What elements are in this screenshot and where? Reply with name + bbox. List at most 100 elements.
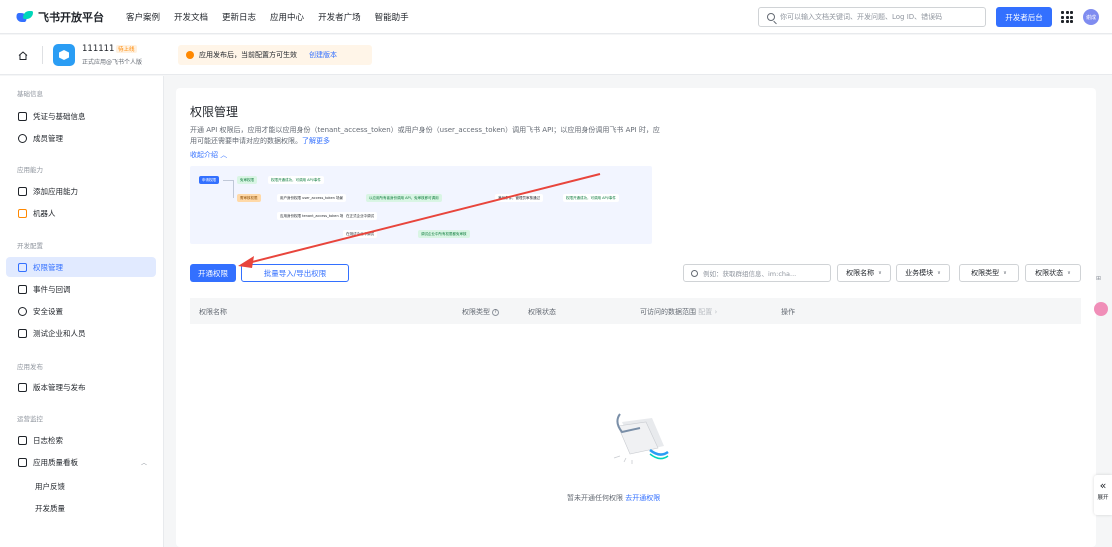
sidebar-item-members[interactable]: 成员管理: [6, 128, 156, 148]
app-avatar-icon: [53, 44, 75, 66]
customize-icon[interactable]: ⊞: [1096, 275, 1106, 289]
sidebar-group-title: 基础信息: [17, 90, 43, 98]
learn-more-link[interactable]: 了解更多: [302, 137, 330, 145]
filter-permission-name[interactable]: 权限名称 ∨: [837, 264, 891, 282]
sidebar-group-title: 运营监控: [17, 415, 43, 423]
column-permission-status: 权限状态: [528, 308, 556, 316]
configure-link[interactable]: 配置: [698, 308, 712, 316]
bar-chart-icon: [18, 457, 27, 467]
feishu-logo-icon: [16, 10, 34, 23]
chevron-down-icon: ∨: [1003, 270, 1007, 276]
open-permission-button[interactable]: 开通权限: [190, 264, 236, 282]
publish-notice: 应用发布后，当前配置方可生效 创建版本: [178, 45, 372, 65]
flow-node: 需审核权限: [237, 194, 261, 202]
flow-node: 满足条件，管理员审核通过: [495, 194, 543, 202]
permission-flow-diagram: 申请权限 免审权限 权限开通成功，可调用 API/事件 需审核权限 用户身份权限…: [190, 166, 652, 244]
search-placeholder: 你可以输入文档关键词、开发问题、Log ID、错误码: [780, 13, 943, 21]
search-icon: [767, 13, 775, 21]
app-header-bar: [0, 35, 1112, 75]
flow-node: 权限开通成功，可调用 API/事件: [563, 194, 619, 202]
page-title: 权限管理: [190, 105, 239, 119]
sidebar-item-test-tenants[interactable]: 测试企业和人员: [6, 323, 156, 343]
column-actions: 操作: [781, 308, 795, 316]
assistant-icon[interactable]: [1094, 302, 1108, 316]
bot-icon: [18, 208, 27, 218]
shield-icon: [18, 306, 27, 316]
app-name[interactable]: 111111: [82, 44, 114, 54]
nav-dev-square[interactable]: 开发者广场: [318, 11, 361, 23]
table-header: [190, 298, 1081, 324]
chevron-down-icon: ∨: [937, 270, 941, 276]
permission-search-input[interactable]: 例如：获取群组信息、im:cha...: [683, 264, 831, 282]
chevron-down-icon: ∨: [878, 270, 882, 276]
empty-state-illustration: [610, 408, 670, 468]
home-icon[interactable]: [18, 51, 28, 60]
apps-grid-icon[interactable]: [1061, 11, 1073, 23]
notice-text: 应用发布后，当前配置方可生效: [199, 51, 297, 59]
chevron-up-icon[interactable]: ︿: [141, 458, 147, 467]
filter-permission-type[interactable]: 权限类型 ∨: [959, 264, 1019, 282]
filter-permission-status[interactable]: 权限状态 ∨: [1025, 264, 1081, 282]
nav-customer-cases[interactable]: 客户案例: [126, 11, 160, 23]
sidebar-item-security[interactable]: 安全设置: [6, 301, 156, 321]
flow-node: 申请权限: [199, 176, 219, 184]
lock-icon: [18, 262, 27, 272]
create-version-link[interactable]: 创建版本: [309, 50, 337, 60]
sidebar-item-versions[interactable]: 版本管理与发布: [6, 377, 156, 397]
collapse-intro-toggle[interactable]: 收起介绍 ︿: [190, 150, 227, 160]
nav-ai-assistant[interactable]: 智能助手: [375, 11, 409, 23]
flow-node: 应用身份权限 tenant_access_token 场景: [277, 212, 350, 220]
warning-icon: [186, 51, 194, 59]
search-icon: [691, 269, 698, 277]
upload-icon: [18, 382, 27, 392]
nav-app-center[interactable]: 应用中心: [270, 11, 304, 23]
sidebar-group-title: 应用发布: [17, 363, 43, 371]
sidebar-item-bot[interactable]: 机器人: [6, 203, 156, 223]
page-description: 开通 API 权限后，应用才能以应用身份（tenant_access_token…: [190, 126, 660, 145]
app-status-badge: 待上线: [116, 45, 137, 53]
main-nav: 客户案例 开发文档 更新日志 应用中心 开发者广场 智能助手: [126, 11, 423, 23]
column-permission-type: 权限类型?: [462, 307, 499, 317]
sidebar-item-quality[interactable]: 应用质量看板: [6, 452, 156, 472]
sidebar-item-credentials[interactable]: 凭证与基础信息: [6, 106, 156, 126]
sidebar-group-title: 应用能力: [17, 166, 43, 174]
sidebar-group-title: 开发配置: [17, 242, 43, 250]
chevron-down-icon: ∨: [1067, 270, 1071, 276]
document-icon: [18, 111, 27, 121]
user-avatar[interactable]: 谢成: [1083, 9, 1099, 25]
empty-state-text: 暂未开通任何权限 去开通权限: [567, 494, 661, 502]
log-search-icon: [18, 435, 27, 445]
flow-node: 权限开通成功，可调用 API/事件: [268, 176, 324, 184]
nav-dev-docs[interactable]: 开发文档: [174, 11, 208, 23]
sidebar-item-logs[interactable]: 日志检索: [6, 430, 156, 450]
column-data-scope: 可访问的数据范围 配置 ›: [640, 308, 718, 316]
sidebar-subitem-dev-quality[interactable]: 开发质量: [35, 503, 65, 514]
nav-changelog[interactable]: 更新日志: [222, 11, 256, 23]
sidebar-item-add-capability[interactable]: 添加应用能力: [6, 181, 156, 201]
user-icon: [18, 133, 27, 143]
global-search-input[interactable]: 你可以输入文档关键词、开发问题、Log ID、错误码: [758, 7, 986, 27]
column-permission-name: 权限名称: [199, 308, 227, 316]
dev-console-button[interactable]: 开发者后台: [996, 7, 1052, 27]
flow-node: 以应用所有者身份调用 API，免审核即可调用: [366, 194, 442, 202]
flow-node: 在测试企业中调试: [343, 230, 377, 238]
grid-add-icon: [18, 186, 27, 196]
flow-node: 调试企业中所有权限都免审核: [418, 230, 470, 238]
app-subtitle: 正式应用@飞书个人版: [82, 59, 143, 66]
flow-node: 免审权限: [237, 176, 257, 184]
platform-logo[interactable]: 飞书开放平台: [16, 9, 126, 25]
test-icon: [18, 328, 27, 338]
sidebar-item-permissions[interactable]: 权限管理: [6, 257, 156, 277]
flow-node: 在正式企业中调试: [343, 212, 377, 220]
divider: [42, 46, 43, 64]
flow-node: 用户身份权限 user_access_token 场景: [277, 194, 346, 202]
go-open-permission-link[interactable]: 去开通权限: [625, 494, 660, 502]
sidebar-item-events[interactable]: 事件与回调: [6, 279, 156, 299]
help-icon: ?: [492, 308, 499, 316]
sidebar-subitem-feedback[interactable]: 用户反馈: [35, 481, 65, 492]
batch-import-export-button[interactable]: 批量导入/导出权限: [241, 264, 349, 282]
double-chevron-left-icon: «: [1099, 479, 1107, 492]
expand-panel-button[interactable]: « 展开: [1094, 475, 1112, 515]
filter-business-module[interactable]: 业务模块 ∨: [896, 264, 950, 282]
event-icon: [18, 284, 27, 294]
